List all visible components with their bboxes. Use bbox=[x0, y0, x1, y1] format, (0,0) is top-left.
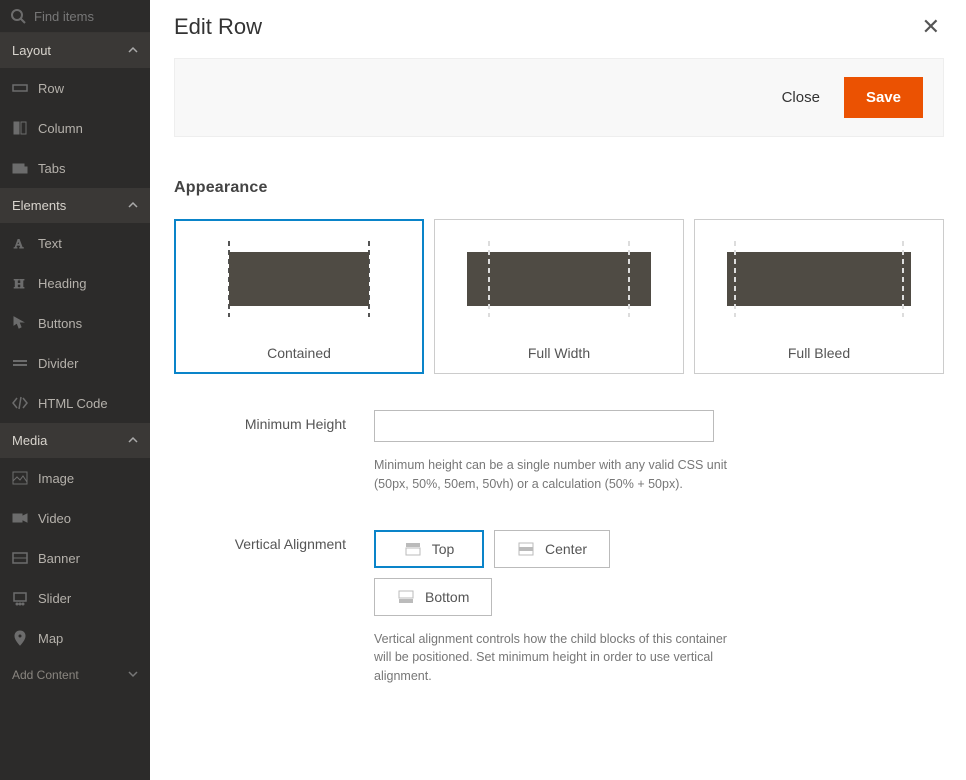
sidebar: Layout Row Column Tabs Elements A Text H… bbox=[0, 0, 150, 780]
valign-row: Vertical Alignment Top Center Bottom Ver… bbox=[174, 530, 944, 686]
valign-option-top[interactable]: Top bbox=[374, 530, 484, 568]
code-icon bbox=[12, 395, 28, 411]
valign-option-label: Center bbox=[545, 541, 587, 557]
sidebar-item-image[interactable]: Image bbox=[0, 458, 150, 498]
save-button[interactable]: Save bbox=[844, 77, 923, 118]
svg-text:A: A bbox=[14, 236, 24, 251]
sidebar-item-buttons[interactable]: Buttons bbox=[0, 303, 150, 343]
sidebar-item-column[interactable]: Column bbox=[0, 108, 150, 148]
text-icon: A bbox=[12, 235, 28, 251]
heading-icon: H bbox=[12, 275, 28, 291]
min-height-row: Minimum Height Minimum height can be a s… bbox=[174, 410, 944, 494]
valign-label: Vertical Alignment bbox=[174, 530, 374, 686]
tabs-icon bbox=[12, 160, 28, 176]
sidebar-item-label: Slider bbox=[38, 591, 71, 606]
image-icon bbox=[12, 470, 28, 486]
section-label: Layout bbox=[12, 43, 51, 58]
align-bottom-icon bbox=[397, 590, 415, 604]
sidebar-item-divider[interactable]: Divider bbox=[0, 343, 150, 383]
search-icon bbox=[10, 8, 26, 24]
page-title: Edit Row bbox=[174, 14, 262, 40]
divider-icon bbox=[12, 355, 28, 371]
appearance-option-fullbleed[interactable]: Full Bleed bbox=[694, 219, 944, 374]
video-icon bbox=[12, 510, 28, 526]
section-label: Media bbox=[12, 433, 47, 448]
section-header-elements[interactable]: Elements bbox=[0, 188, 150, 223]
sidebar-item-label: Video bbox=[38, 511, 71, 526]
appearance-option-fullwidth[interactable]: Full Width bbox=[434, 219, 684, 374]
sidebar-item-label: Image bbox=[38, 471, 74, 486]
section-header-addcontent[interactable]: Add Content bbox=[0, 658, 150, 692]
sidebar-item-label: Buttons bbox=[38, 316, 82, 331]
section-label: Elements bbox=[12, 198, 66, 213]
valign-option-label: Top bbox=[432, 541, 455, 557]
content-panel: Edit Row ✕ Close Save Appearance Contain… bbox=[150, 0, 966, 780]
sidebar-item-label: Banner bbox=[38, 551, 80, 566]
header-row: Edit Row ✕ bbox=[174, 6, 944, 58]
appearance-label: Full Width bbox=[445, 345, 673, 361]
slider-icon bbox=[12, 590, 28, 606]
sidebar-item-label: Column bbox=[38, 121, 83, 136]
valign-options: Top Center bbox=[374, 530, 794, 568]
buttons-icon bbox=[12, 315, 28, 331]
min-height-input[interactable] bbox=[374, 410, 714, 442]
valign-option-bottom[interactable]: Bottom bbox=[374, 578, 492, 616]
min-height-label: Minimum Height bbox=[174, 410, 374, 494]
sidebar-item-label: Map bbox=[38, 631, 63, 646]
valign-option-center[interactable]: Center bbox=[494, 530, 610, 568]
valign-help: Vertical alignment controls how the chil… bbox=[374, 630, 734, 686]
chevron-up-icon bbox=[128, 433, 138, 448]
section-header-layout[interactable]: Layout bbox=[0, 33, 150, 68]
sidebar-item-label: Divider bbox=[38, 356, 78, 371]
min-height-help: Minimum height can be a single number wi… bbox=[374, 456, 734, 494]
sidebar-item-map[interactable]: Map bbox=[0, 618, 150, 658]
align-center-icon bbox=[517, 542, 535, 556]
sidebar-item-label: Heading bbox=[38, 276, 86, 291]
action-bar: Close Save bbox=[174, 58, 944, 137]
close-button[interactable]: Close bbox=[776, 81, 826, 114]
chevron-up-icon bbox=[128, 43, 138, 58]
fullbleed-preview-icon bbox=[705, 236, 933, 322]
map-icon bbox=[12, 630, 28, 646]
sidebar-item-text[interactable]: A Text bbox=[0, 223, 150, 263]
fullwidth-preview-icon bbox=[445, 236, 673, 322]
align-top-icon bbox=[404, 542, 422, 556]
section-label: Add Content bbox=[12, 668, 79, 682]
sidebar-item-tabs[interactable]: Tabs bbox=[0, 148, 150, 188]
appearance-options: Contained Full Width Full Bleed bbox=[174, 219, 944, 374]
sidebar-item-row[interactable]: Row bbox=[0, 68, 150, 108]
close-icon[interactable]: ✕ bbox=[918, 10, 944, 44]
column-icon bbox=[12, 120, 28, 136]
search-row bbox=[0, 0, 150, 33]
valign-option-label: Bottom bbox=[425, 589, 469, 605]
sidebar-item-label: Tabs bbox=[38, 161, 65, 176]
sidebar-item-banner[interactable]: Banner bbox=[0, 538, 150, 578]
sidebar-item-htmlcode[interactable]: HTML Code bbox=[0, 383, 150, 423]
search-input[interactable] bbox=[34, 9, 140, 24]
sidebar-item-label: HTML Code bbox=[38, 396, 108, 411]
appearance-title: Appearance bbox=[174, 179, 944, 197]
row-icon bbox=[12, 80, 28, 96]
appearance-label: Full Bleed bbox=[705, 345, 933, 361]
contained-preview-icon bbox=[185, 236, 413, 322]
banner-icon bbox=[12, 550, 28, 566]
chevron-up-icon bbox=[128, 198, 138, 213]
sidebar-item-video[interactable]: Video bbox=[0, 498, 150, 538]
section-header-media[interactable]: Media bbox=[0, 423, 150, 458]
svg-text:H: H bbox=[14, 276, 24, 291]
chevron-down-icon bbox=[128, 668, 138, 682]
appearance-label: Contained bbox=[185, 345, 413, 361]
sidebar-item-slider[interactable]: Slider bbox=[0, 578, 150, 618]
appearance-option-contained[interactable]: Contained bbox=[174, 219, 424, 374]
sidebar-item-label: Text bbox=[38, 236, 62, 251]
sidebar-item-heading[interactable]: H Heading bbox=[0, 263, 150, 303]
sidebar-item-label: Row bbox=[38, 81, 64, 96]
